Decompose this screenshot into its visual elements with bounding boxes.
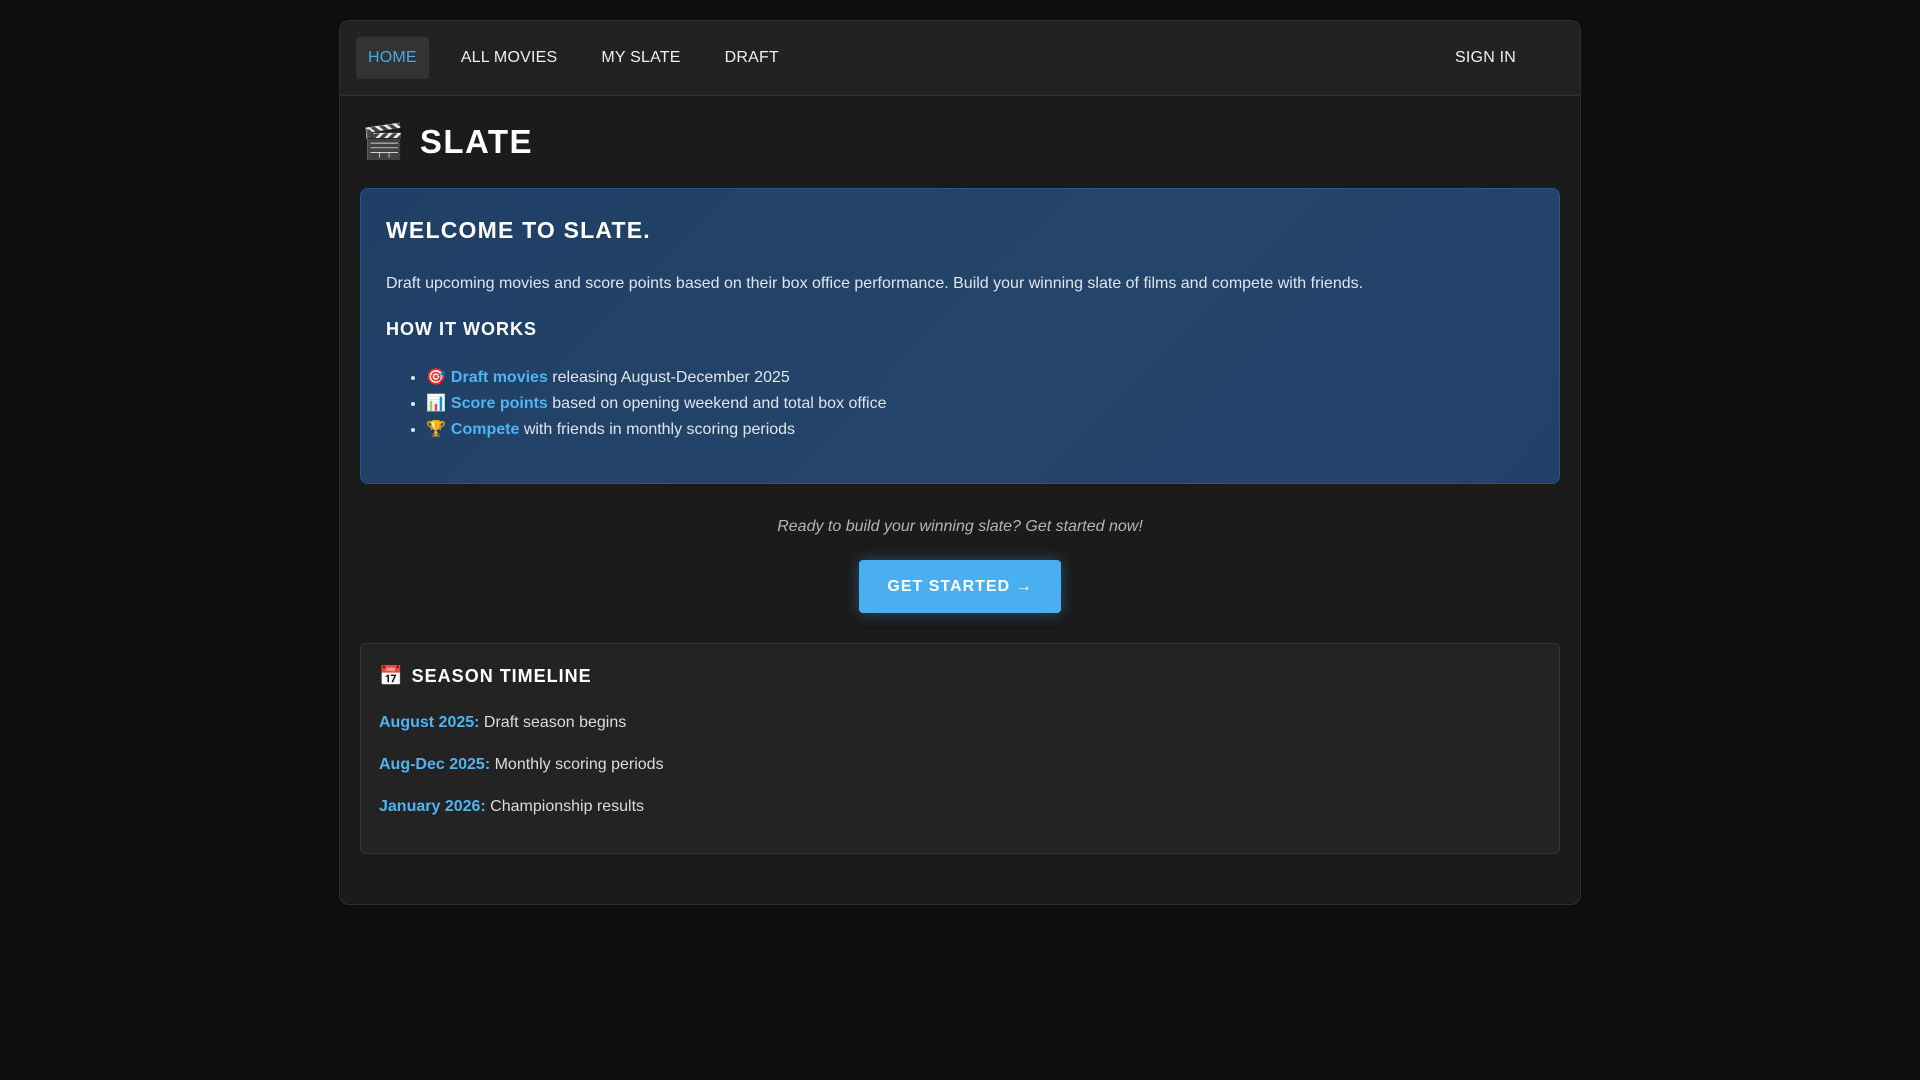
trophy-icon: 🏆 <box>426 421 446 438</box>
how-it-works-list: 🎯Draft movies releasing August-December … <box>386 365 1534 443</box>
app-window: HOME ALL MOVIES MY SLATE DRAFT SIGN IN 🎬… <box>339 20 1581 905</box>
timeline-date: January 2026: <box>379 798 486 815</box>
step-highlight: Score points <box>450 395 548 412</box>
step-highlight: Compete <box>450 421 520 438</box>
brand-title: SLATE <box>419 123 534 160</box>
timeline-row: January 2026: Championship results <box>379 798 1541 816</box>
timeline-row: August 2025: Draft season begins <box>379 714 1541 732</box>
calendar-icon: 📅 <box>379 666 404 687</box>
timeline-text: Draft season begins <box>479 714 627 731</box>
bar-chart-icon: 📊 <box>426 395 446 412</box>
clapperboard-icon: 🎬 <box>362 123 406 161</box>
nav-home[interactable]: HOME <box>356 37 429 79</box>
timeline-heading: 📅 SEASON TIMELINE <box>379 664 1541 688</box>
step-text: releasing August-December 2025 <box>547 369 790 386</box>
nav-all-movies[interactable]: ALL MOVIES <box>449 37 570 79</box>
timeline-date: Aug-Dec 2025: <box>379 756 491 773</box>
nav-draft[interactable]: DRAFT <box>713 37 791 79</box>
timeline-title: SEASON TIMELINE <box>411 665 592 686</box>
season-timeline-card: 📅 SEASON TIMELINE August 2025: Draft sea… <box>360 643 1560 854</box>
welcome-card: WELCOME TO SLATE. Draft upcoming movies … <box>360 188 1560 484</box>
step-text: with friends in monthly scoring periods <box>519 421 796 438</box>
get-started-button[interactable]: GET STARTED → <box>859 560 1061 613</box>
list-item: 🎯Draft movies releasing August-December … <box>426 365 1534 391</box>
cta-text: Ready to build your winning slate? Get s… <box>777 518 1143 535</box>
how-it-works-heading: HOW IT WORKS <box>386 319 537 339</box>
welcome-description: Draft upcoming movies and score points b… <box>386 275 1364 292</box>
brand-header: 🎬 SLATE <box>360 96 1560 188</box>
timeline-date: August 2025: <box>379 714 480 731</box>
nav-my-slate[interactable]: MY SLATE <box>589 37 692 79</box>
top-navbar: HOME ALL MOVIES MY SLATE DRAFT SIGN IN <box>340 21 1580 96</box>
step-text: based on opening weekend and total box o… <box>547 395 887 412</box>
target-icon: 🎯 <box>426 369 446 386</box>
welcome-heading: WELCOME TO SLATE. <box>386 217 651 243</box>
list-item: 📊Score points based on opening weekend a… <box>426 391 1534 417</box>
step-highlight: Draft movies <box>450 369 548 386</box>
sign-in-link[interactable]: SIGN IN <box>1443 37 1528 79</box>
timeline-row: Aug-Dec 2025: Monthly scoring periods <box>379 756 1541 774</box>
timeline-text: Championship results <box>485 798 645 815</box>
list-item: 🏆Compete with friends in monthly scoring… <box>426 417 1534 443</box>
main-content: 🎬 SLATE WELCOME TO SLATE. Draft upcoming… <box>340 96 1580 854</box>
timeline-text: Monthly scoring periods <box>490 756 664 773</box>
